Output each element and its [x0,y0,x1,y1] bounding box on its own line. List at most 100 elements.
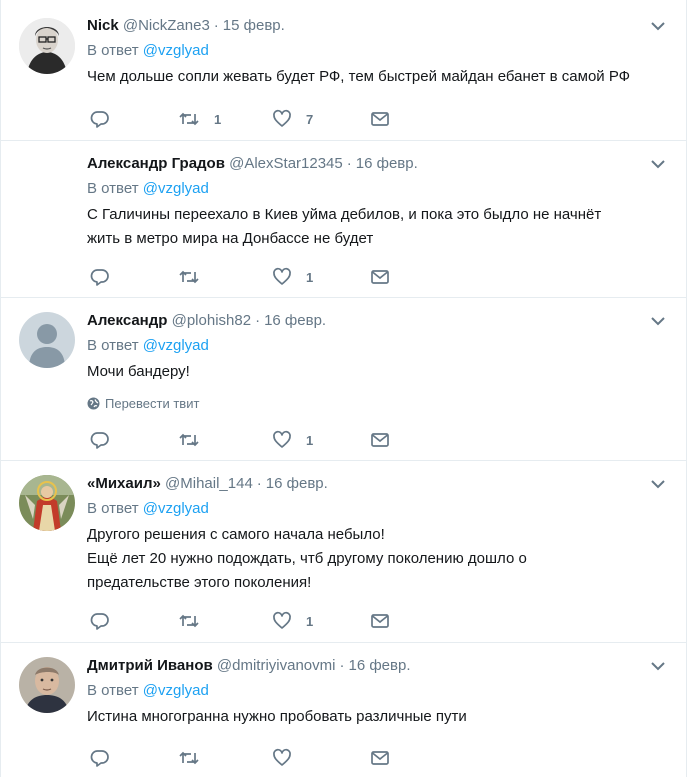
like-count: 1 [306,269,314,285]
retweet-button[interactable] [178,430,214,450]
author-handle[interactable]: @plohish82 [172,312,251,329]
heart-icon [273,267,291,285]
retweet-icon [179,751,199,765]
heart-icon [273,748,291,766]
reply-to-link[interactable]: @vzglyad [143,337,209,354]
reply-context: В ответ @vzglyad [87,681,667,701]
message-button[interactable] [370,611,390,631]
author-handle[interactable]: @NickZane3 [123,17,210,34]
separator-dot: · [256,475,262,492]
reply-icon [90,269,109,286]
like-button[interactable]: 1 [272,430,313,450]
reply-icon [90,750,109,767]
separator-dot: · [213,17,219,34]
reply-to-link[interactable]: @vzglyad [143,682,209,699]
envelope-icon [371,433,389,447]
message-button[interactable] [370,748,390,768]
like-count: 7 [306,111,314,127]
reply-context: В ответ @vzglyad [87,179,667,199]
envelope-icon [371,112,389,126]
author-name[interactable]: «Михаил» [87,475,161,492]
retweet-button[interactable] [178,611,214,631]
icon-image [19,475,75,531]
chevron-down-icon[interactable] [649,312,667,330]
retweet-icon [179,433,199,447]
tweet-text-line: Ещё лет 20 нужно подождать, чтб другому … [87,550,527,567]
tweet[interactable]: Александр @plohish82 · 16 февр. В ответ @v… [1,298,687,461]
chevron-down-icon[interactable] [649,17,667,35]
like-button[interactable]: 7 [272,109,313,129]
reply-button[interactable] [90,267,110,287]
envelope-icon [371,614,389,628]
reply-prefix: В ответ [87,337,139,354]
author-name[interactable]: Дмитрий Иванов [87,657,213,674]
avatar[interactable] [19,18,75,74]
reply-to-link[interactable]: @vzglyad [143,42,209,59]
tweet[interactable]: Дмитрий Иванов @dmitriyivanovmi · 16 февр.… [1,643,687,777]
reply-to-link[interactable]: @vzglyad [143,500,209,517]
reply-prefix: В ответ [87,682,139,699]
heart-icon [273,430,291,448]
reply-button[interactable] [90,611,110,631]
tweet-text: Чем дольше сопли жевать будет РФ, тем бы… [87,65,667,89]
tweet[interactable]: «Михаил» @Mihail_144 · 16 февр. В ответ @v… [1,461,687,643]
author-name[interactable]: Александр [87,312,167,329]
tweet-actions: 1 [90,430,410,450]
avatar[interactable] [19,312,75,368]
avatar[interactable] [19,475,75,531]
like-button[interactable]: 1 [272,611,313,631]
tweet-header: Александр Градов @AlexStar12345 · 16 февр. [87,153,667,175]
tweet-actions: 1 7 [90,109,410,129]
reply-button[interactable] [90,748,110,768]
reply-to-link[interactable]: @vzglyad [143,180,209,197]
like-count: 1 [306,613,314,629]
message-button[interactable] [370,430,390,450]
author-handle[interactable]: @dmitriyivanovmi [217,657,336,674]
reply-context: В ответ @vzglyad [87,41,667,61]
tweet-text: Другого решения с самого начала небыло! … [87,523,667,595]
tweet-text: Истина многогранна нужно пробовать разли… [87,705,667,729]
avatar[interactable] [19,657,75,713]
reply-button[interactable] [90,430,110,450]
like-button[interactable] [272,748,292,768]
tweet-time[interactable]: 16 февр. [264,312,326,329]
chevron-down-icon[interactable] [649,657,667,675]
tweet-time[interactable]: 16 февр. [266,475,328,492]
like-button[interactable]: 1 [272,267,313,287]
chevron-down-icon[interactable] [649,475,667,493]
retweet-icon [179,270,199,284]
tweet-text-line: Мочи бандеру! [87,363,190,380]
tweet-actions [90,748,410,768]
tweet[interactable]: Nick @NickZane3 · 15 февр. В ответ @vzglya… [1,0,687,141]
heart-icon [273,109,291,127]
tweet-time[interactable]: 16 февр. [356,155,418,172]
tweet[interactable]: Александр Градов @AlexStar12345 · 16 февр.… [1,141,687,298]
tweet-actions: 1 [90,267,410,287]
translate-tweet-link[interactable]: Перевести твит [87,394,667,412]
retweet-button[interactable]: 1 [178,109,221,129]
separator-dot: · [255,312,261,329]
author-handle[interactable]: @Mihail_144 [165,475,253,492]
retweet-button[interactable] [178,748,200,768]
message-button[interactable] [370,267,390,287]
separator-dot: · [339,657,345,674]
tweet-text-line: С Галичины переехало в Киев уйма дебилов… [87,206,602,223]
reply-icon [90,432,109,449]
tweet-time[interactable]: 15 февр. [223,17,285,34]
retweet-count: 1 [214,111,222,127]
author-handle[interactable]: @AlexStar12345 [229,155,343,172]
tweet-header: «Михаил» @Mihail_144 · 16 февр. [87,473,667,495]
tweet-text-line: Другого решения с самого начала небыло! [87,526,385,543]
reply-icon [90,111,109,128]
tweet-text-line: жить в метро мира на Донбассе не будет [87,230,374,247]
chevron-down-icon[interactable] [649,155,667,173]
retweet-button[interactable] [178,267,214,287]
reply-button[interactable] [90,109,110,129]
message-button[interactable] [370,109,390,129]
author-name[interactable]: Nick [87,17,119,34]
globe-icon [87,397,100,409]
reply-context: В ответ @vzglyad [87,499,667,519]
tweet-time[interactable]: 16 февр. [348,657,410,674]
default-avatar-icon [19,312,75,368]
author-name[interactable]: Александр Градов [87,155,225,172]
